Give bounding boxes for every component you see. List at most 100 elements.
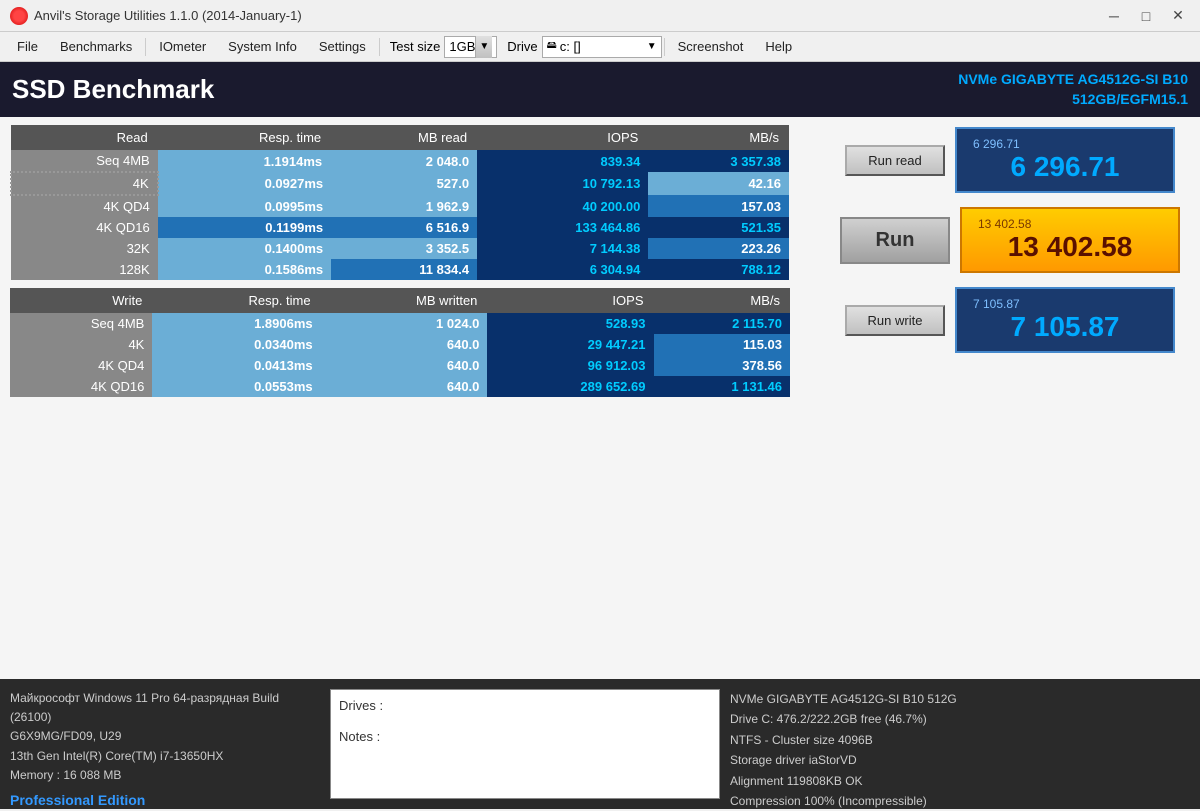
- write-data-cell: 378.56: [654, 355, 791, 376]
- menu-help[interactable]: Help: [754, 35, 803, 58]
- app-icon: [10, 7, 28, 25]
- read-table-row: 4K QD160.1199ms6 516.9133 464.86521.35: [11, 217, 789, 238]
- maximize-button[interactable]: □: [1134, 6, 1158, 26]
- footer-notes[interactable]: Drives : Notes :: [330, 689, 720, 799]
- main-content: Read Resp. time MB read IOPS MB/s Seq 4M…: [0, 117, 1200, 679]
- write-data-cell: 115.03: [654, 334, 791, 355]
- drive-detail-1: NVMe GIGABYTE AG4512G-SI B10 512G: [730, 689, 1190, 709]
- drive-dropdown-arrow: ▼: [647, 41, 657, 52]
- read-data-cell: 223.26: [648, 238, 789, 259]
- col-read: Read: [11, 125, 158, 150]
- write-data-cell: 640.0: [321, 334, 488, 355]
- write-data-cell: 1 131.46: [654, 376, 791, 397]
- read-data-cell: 0.0927ms: [158, 172, 331, 195]
- close-button[interactable]: ✕: [1166, 6, 1190, 26]
- menu-iometer[interactable]: IOmeter: [148, 35, 217, 58]
- total-score-box: 13 402.58 13 402.58: [960, 207, 1180, 273]
- read-data-cell: 521.35: [648, 217, 789, 238]
- menu-bar: File Benchmarks IOmeter System Info Sett…: [0, 32, 1200, 62]
- menu-separator-1: [145, 38, 146, 56]
- write-score-value: 7 105.87: [973, 311, 1157, 343]
- total-score-label: 13 402.58: [978, 217, 1162, 231]
- menu-system-info[interactable]: System Info: [217, 35, 308, 58]
- footer: Майкрософт Windows 11 Pro 64-разрядная B…: [0, 679, 1200, 809]
- menu-settings[interactable]: Settings: [308, 35, 377, 58]
- sys-info-1: Майкрософт Windows 11 Pro 64-разрядная B…: [10, 689, 320, 727]
- sys-info-2: G6X9MG/FD09, U29: [10, 727, 320, 746]
- test-size-value: 1GB: [449, 39, 475, 54]
- write-score-box: 7 105.87 7 105.87: [955, 287, 1175, 353]
- write-header-row: Write Resp. time MB written IOPS MB/s: [10, 288, 790, 313]
- write-table-row: 4K QD160.0553ms640.0289 652.691 131.46: [10, 376, 790, 397]
- test-size-select[interactable]: 1GB ▼: [444, 36, 497, 58]
- read-data-cell: 839.34: [477, 150, 648, 172]
- minimize-button[interactable]: ─: [1102, 6, 1126, 26]
- write-label-cell: Seq 4MB: [10, 313, 152, 334]
- read-table-row: 128K0.1586ms11 834.46 304.94788.12: [11, 259, 789, 280]
- menu-benchmarks[interactable]: Benchmarks: [49, 35, 143, 58]
- drive-detail-4: Storage driver iaStorVD: [730, 750, 1190, 770]
- benchmark-area: Read Resp. time MB read IOPS MB/s Seq 4M…: [0, 117, 820, 679]
- col-mbs-write: MB/s: [654, 288, 791, 313]
- read-data-cell: 42.16: [648, 172, 789, 195]
- run-button[interactable]: Run: [840, 217, 950, 264]
- drive-model-info: NVMe GIGABYTE AG4512G-SI B10 512GB/EGFM1…: [958, 70, 1188, 109]
- read-label-cell: 32K: [11, 238, 158, 259]
- read-label-cell: Seq 4MB: [11, 150, 158, 172]
- table-spacer: [10, 280, 810, 288]
- notes-label: Notes :: [339, 729, 711, 744]
- read-data-cell: 7 144.38: [477, 238, 648, 259]
- drive-detail-2: Drive C: 476.2/222.2GB free (46.7%): [730, 709, 1190, 729]
- read-data-cell: 527.0: [331, 172, 477, 195]
- read-label-cell: 128K: [11, 259, 158, 280]
- col-mb-written: MB written: [321, 288, 488, 313]
- test-size-label: Test size: [390, 39, 441, 54]
- run-write-button[interactable]: Run write: [845, 305, 945, 336]
- write-data-cell: 96 912.03: [487, 355, 653, 376]
- col-resp-time-w: Resp. time: [152, 288, 320, 313]
- write-table-row: Seq 4MB1.8906ms1 024.0528.932 115.70: [10, 313, 790, 334]
- run-read-button[interactable]: Run read: [845, 145, 945, 176]
- header-area: SSD Benchmark NVMe GIGABYTE AG4512G-SI B…: [0, 62, 1200, 117]
- app-title: Anvil's Storage Utilities 1.1.0 (2014-Ja…: [34, 8, 302, 23]
- read-data-cell: 3 357.38: [648, 150, 789, 172]
- menu-screenshot[interactable]: Screenshot: [667, 35, 755, 58]
- write-data-cell: 640.0: [321, 376, 488, 397]
- menu-file[interactable]: File: [6, 35, 49, 58]
- drive-select[interactable]: 🖴 c: [] ▼: [542, 36, 662, 58]
- write-data-cell: 2 115.70: [654, 313, 791, 334]
- read-data-cell: 157.03: [648, 195, 789, 217]
- write-data-cell: 0.0340ms: [152, 334, 320, 355]
- read-label-cell: 4K QD4: [11, 195, 158, 217]
- read-label-cell: 4K QD16: [11, 217, 158, 238]
- write-label-cell: 4K: [10, 334, 152, 355]
- drive-detail-7: Compression 100% (Incompressible): [730, 791, 1190, 811]
- ssd-benchmark-title: SSD Benchmark: [12, 74, 214, 105]
- title-bar-left: Anvil's Storage Utilities 1.1.0 (2014-Ja…: [10, 7, 302, 25]
- col-write: Write: [10, 288, 152, 313]
- read-data-cell: 1.1914ms: [158, 150, 331, 172]
- read-table-row: Seq 4MB1.1914ms2 048.0839.343 357.38: [11, 150, 789, 172]
- drives-label: Drives :: [339, 698, 711, 713]
- write-label-cell: 4K QD4: [10, 355, 152, 376]
- drive-info-line1: NVMe GIGABYTE AG4512G-SI B10: [958, 70, 1188, 90]
- col-resp-time: Resp. time: [158, 125, 331, 150]
- read-data-cell: 10 792.13: [477, 172, 648, 195]
- right-panel: Run read 6 296.71 6 296.71 Run 13 402.58…: [820, 117, 1200, 679]
- menu-separator-3: [664, 38, 665, 56]
- write-data-cell: 528.93: [487, 313, 653, 334]
- read-data-cell: 0.1586ms: [158, 259, 331, 280]
- drive-detail-6: Alignment 119808KB OK: [730, 771, 1190, 791]
- window-controls: ─ □ ✕: [1102, 6, 1190, 26]
- read-score-section: Run read 6 296.71 6 296.71: [845, 127, 1175, 193]
- test-size-arrow[interactable]: ▼: [475, 36, 492, 58]
- write-score-section: Run write 7 105.87 7 105.87: [845, 287, 1175, 353]
- drive-info-line2: 512GB/EGFM15.1: [958, 90, 1188, 110]
- read-data-cell: 40 200.00: [477, 195, 648, 217]
- read-table-row: 4K0.0927ms527.010 792.1342.16: [11, 172, 789, 195]
- col-iops-read: IOPS: [477, 125, 648, 150]
- read-score-label: 6 296.71: [973, 137, 1157, 151]
- read-score-box: 6 296.71 6 296.71: [955, 127, 1175, 193]
- read-data-cell: 6 304.94: [477, 259, 648, 280]
- read-data-cell: 0.0995ms: [158, 195, 331, 217]
